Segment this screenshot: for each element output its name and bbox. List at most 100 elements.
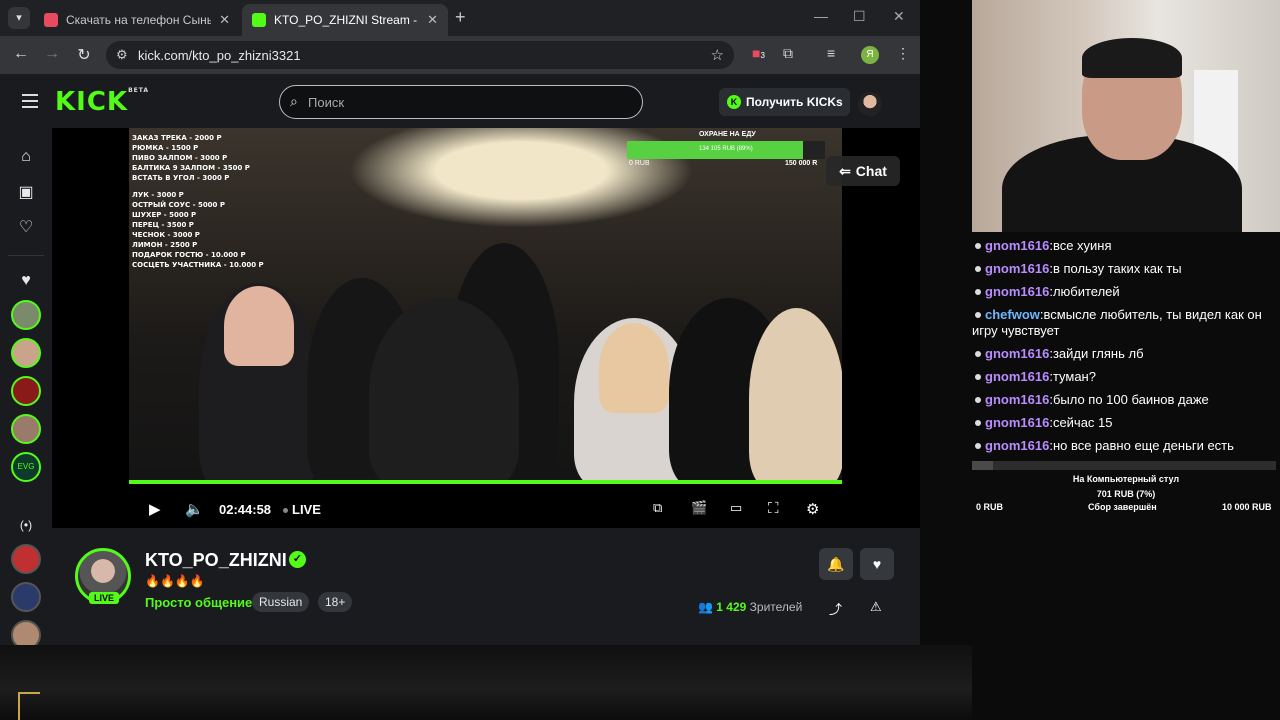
stream-title-emoji: 🔥🔥🔥🔥	[145, 574, 205, 588]
followed-channel-avatar[interactable]	[11, 376, 41, 406]
theater-mode-icon[interactable]: ▭	[730, 500, 742, 516]
followed-channel-avatar[interactable]	[11, 338, 41, 368]
chat-username: gnom1616	[985, 415, 1050, 430]
share-icon[interactable]: ⤴	[829, 599, 842, 618]
search-input[interactable]: ⌕ Поиск	[279, 85, 643, 119]
tab-favicon-icon	[44, 13, 58, 27]
open-chat-button[interactable]: ⇐ Chat	[826, 156, 900, 186]
clip-icon[interactable]: 🎬	[691, 500, 707, 516]
tag-age[interactable]: 18+	[318, 592, 353, 612]
browser-window: ▾ Скачать на телефон Сыны ане ✕ KTO_PO_Z…	[0, 0, 920, 650]
reading-list-icon[interactable]: ≡	[827, 45, 835, 61]
chat-username: gnom1616	[985, 346, 1050, 361]
chat-username: gnom1616	[985, 261, 1050, 276]
live-indicator[interactable]: LIVE	[283, 502, 321, 517]
price-item: ШУХЕР - 5000 Р	[132, 211, 197, 219]
desktop-corner-icon	[18, 692, 40, 720]
verified-check-icon: ✓	[289, 551, 306, 568]
tab-search-button[interactable]: ▾	[8, 7, 30, 29]
donation-goal-min: 0 RUB	[976, 502, 1004, 512]
volume-icon[interactable]: 🔈	[185, 500, 204, 518]
extension-badge: 3	[760, 51, 765, 60]
stream-person	[369, 298, 519, 483]
maximize-icon[interactable]: ☐	[853, 8, 866, 25]
new-tab-icon[interactable]: +	[455, 7, 466, 28]
chat-text: но все равно еще деньги есть	[1052, 438, 1234, 453]
hamburger-menu-icon[interactable]	[22, 94, 38, 112]
chat-message: gnom1616:туман?	[972, 369, 1272, 385]
viewer-label: Зрителей	[749, 600, 803, 614]
channel-info: LIVE KTO_PO_ZHIZNI ✓ 🔥🔥🔥🔥 Просто общение…	[52, 528, 920, 645]
report-warning-icon[interactable]: ⚠	[870, 599, 882, 615]
address-bar[interactable]: ⚙ kick.com/kto_po_zhizni3321 ☆	[106, 41, 734, 69]
close-tab-icon[interactable]: ✕	[427, 12, 438, 28]
stream-progress-bar[interactable]	[129, 480, 842, 484]
get-kicks-button[interactable]: K Получить KICKs	[719, 88, 850, 116]
tab-strip: ▾ Скачать на телефон Сыны ане ✕ KTO_PO_Z…	[0, 0, 920, 36]
live-label: LIVE	[292, 502, 321, 517]
picture-in-picture-icon[interactable]: ⧉	[653, 500, 662, 516]
tab-download[interactable]: Скачать на телефон Сыны ане ✕	[34, 4, 240, 36]
followed-channel-avatar[interactable]: EVG	[11, 452, 41, 482]
viewer-count: 👥 1 429 Зрителей	[698, 600, 802, 614]
recommended-channel-avatar[interactable]	[11, 582, 41, 612]
extension-icon[interactable]: ■3	[752, 45, 765, 61]
back-icon[interactable]: ←	[11, 45, 31, 63]
settings-gear-icon[interactable]: ⚙	[806, 500, 819, 518]
play-icon[interactable]: ▶	[149, 500, 161, 518]
bookmark-star-icon[interactable]: ☆	[711, 46, 724, 64]
chat-text: все хуиня	[1052, 238, 1112, 253]
tab-title: KTO_PO_ZHIZNI Stream - Watc	[274, 13, 419, 27]
tab-kick-stream[interactable]: KTO_PO_ZHIZNI Stream - Watc ✕	[242, 4, 448, 36]
notifications-bell-button[interactable]: 🔔	[819, 548, 853, 580]
price-item: ПОДАРОК ГОСТЮ - 10.000 Р	[132, 251, 246, 259]
following-heart-icon[interactable]: ♡	[16, 217, 36, 237]
video-player[interactable]: ЗАКАЗ ТРЕКА - 2000 Р РЮМКА - 1500 Р ПИВО…	[52, 128, 920, 528]
kick-favicon-icon	[252, 13, 266, 27]
player-controls: ▶ 🔈 02:44:58 LIVE ⧉ 🎬 ▭ ⛶ ⚙	[129, 496, 842, 524]
price-item: ВСТАТЬ В УГОЛ - 3000 Р	[132, 174, 230, 182]
reload-icon[interactable]: ↻	[74, 45, 94, 65]
followed-channel-avatar[interactable]	[11, 300, 41, 330]
home-icon[interactable]: ⌂	[16, 148, 36, 166]
chat-message: gnom1616:было по 100 баинов даже	[972, 392, 1272, 408]
followed-channel-avatar[interactable]	[11, 414, 41, 444]
viewers-icon: 👥	[698, 600, 713, 614]
forward-icon[interactable]: →	[42, 45, 62, 63]
stream-goal-bar: 134 105 RUB (89%)	[627, 141, 825, 159]
stream-time: 02:44:58	[219, 502, 272, 517]
user-avatar[interactable]	[858, 92, 882, 116]
close-window-icon[interactable]: ✕	[893, 8, 905, 25]
menu-kebab-icon[interactable]: ⋮	[896, 45, 910, 62]
profile-avatar[interactable]: Я	[861, 46, 879, 64]
chat-username: chefwow	[985, 307, 1040, 322]
minimize-icon[interactable]: —	[814, 8, 828, 24]
screen: ▾ Скачать на телефон Сыны ане ✕ KTO_PO_Z…	[0, 0, 1280, 720]
stream-video[interactable]: ЗАКАЗ ТРЕКА - 2000 Р РЮМКА - 1500 Р ПИВО…	[129, 128, 842, 483]
browse-icon[interactable]: ▣	[16, 182, 36, 202]
chat-username: gnom1616	[985, 392, 1050, 407]
channel-name[interactable]: KTO_PO_ZHIZNI	[145, 550, 287, 571]
webcam-person-hair	[1082, 38, 1182, 78]
price-item: ЗАКАЗ ТРЕКА - 2000 Р	[132, 134, 222, 142]
get-kicks-label: Получить KICKs	[746, 95, 843, 109]
fullscreen-icon[interactable]: ⛶	[768, 500, 779, 517]
chat-username: gnom1616	[985, 284, 1050, 299]
tag-language[interactable]: Russian	[252, 592, 310, 612]
price-list-overlay: ЗАКАЗ ТРЕКА - 2000 Р РЮМКА - 1500 Р ПИВО…	[132, 133, 264, 270]
kick-header: KICKBETA ⌕ Поиск K Получить KICKs	[0, 74, 920, 128]
extensions-puzzle-icon[interactable]: ⧉	[783, 45, 793, 62]
donation-goal-value: 701 RUB (7%)	[1096, 489, 1156, 499]
close-tab-icon[interactable]: ✕	[219, 12, 230, 28]
chat-text: любителей	[1052, 284, 1120, 299]
chat-message: gnom1616:но все равно еще деньги есть	[972, 438, 1272, 454]
kick-logo[interactable]: KICKBETA	[55, 87, 149, 117]
recommended-channel-avatar[interactable]	[11, 544, 41, 574]
category-link[interactable]: Просто общение	[145, 595, 252, 610]
site-info-icon[interactable]: ⚙	[116, 47, 128, 63]
chat-text: сейчас 15	[1052, 415, 1113, 430]
chat-message: gnom1616:любителей	[972, 284, 1272, 300]
stream-goal-label: 134 105 RUB (89%)	[699, 146, 753, 152]
chat-arrow-icon: ⇐	[839, 162, 851, 179]
follow-heart-button[interactable]: ♥	[860, 548, 894, 580]
